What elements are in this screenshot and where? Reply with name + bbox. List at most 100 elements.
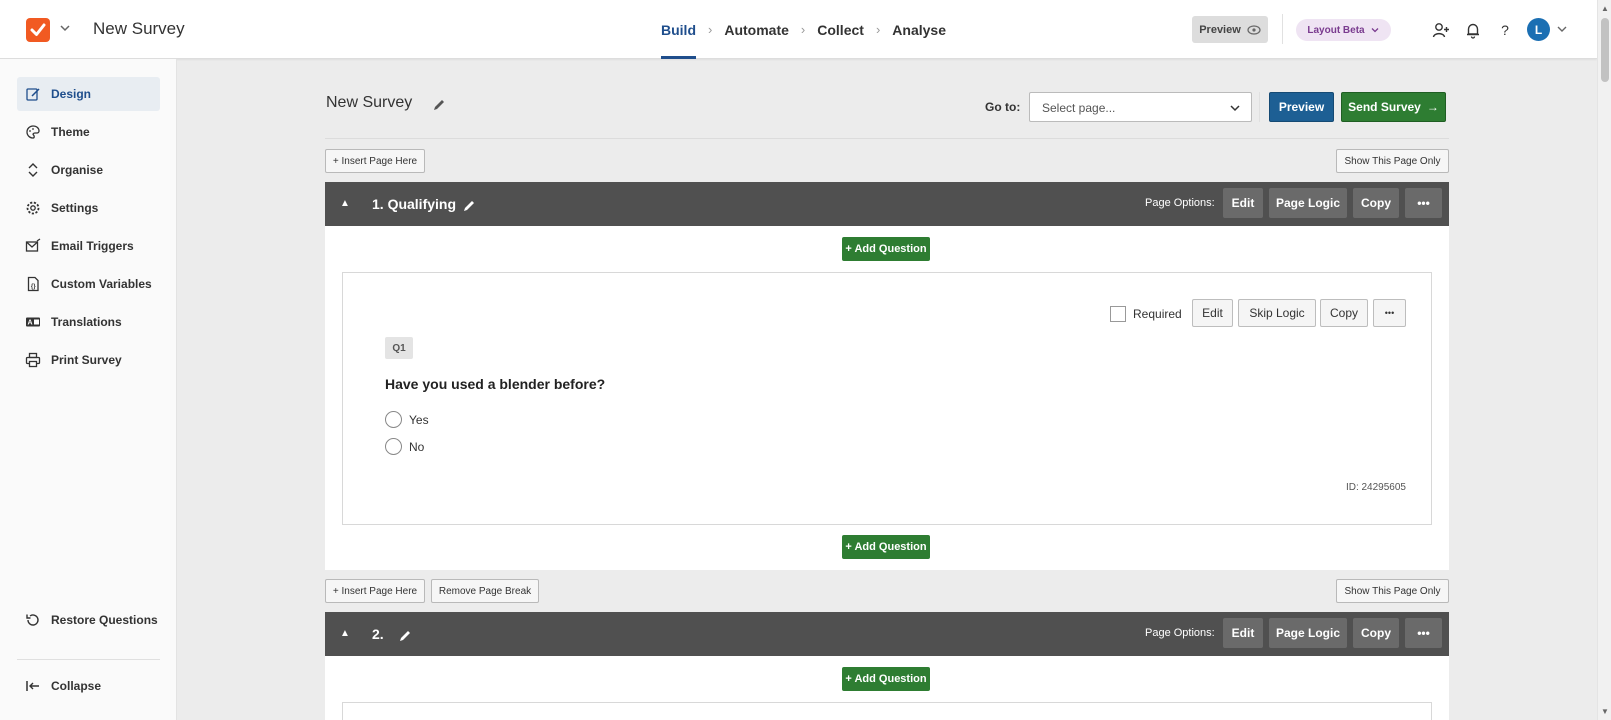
pencil-icon[interactable]	[398, 629, 412, 643]
chevron-down-icon[interactable]	[1556, 23, 1568, 35]
skip-logic-button[interactable]: Skip Logic	[1238, 299, 1316, 327]
scroll-down-icon[interactable]: ▼	[1601, 707, 1609, 716]
chevron-down-icon	[1230, 105, 1240, 112]
layout-beta-dropdown[interactable]: Layout Beta	[1296, 19, 1391, 41]
printer-icon	[25, 352, 41, 368]
chevron-right-icon: ›	[800, 22, 806, 37]
caret-up-icon[interactable]: ▲	[340, 198, 350, 209]
sidebar-item-label: Custom Variables	[51, 277, 152, 291]
eye-icon	[1247, 24, 1261, 35]
question-text[interactable]: Have you used a blender before?	[385, 376, 605, 392]
option-label: No	[409, 440, 425, 454]
sidebar-item-translations[interactable]: A Translations	[17, 305, 160, 339]
page-edit-button[interactable]: Edit	[1223, 618, 1263, 648]
send-survey-label: Send Survey	[1348, 100, 1421, 114]
caret-up-icon[interactable]: ▲	[340, 628, 350, 639]
sidebar-item-custom-variables[interactable]: {} Custom Variables	[17, 267, 160, 301]
sidebar-item-email-triggers[interactable]: Email Triggers	[17, 229, 160, 263]
chevron-right-icon: ›	[875, 22, 881, 37]
send-survey-button[interactable]: Send Survey →	[1341, 92, 1446, 122]
question-copy-button[interactable]: Copy	[1320, 299, 1368, 327]
required-checkbox[interactable]	[1110, 306, 1126, 322]
sidebar-item-label: Theme	[51, 125, 90, 139]
page-logic-button[interactable]: Page Logic	[1269, 188, 1347, 218]
translate-icon: A	[26, 317, 40, 327]
variable-file-icon: {}	[27, 276, 39, 292]
sidebar-item-restore-questions[interactable]: Restore Questions	[17, 603, 160, 637]
preview-button[interactable]: Preview	[1269, 92, 1334, 122]
page-logic-button[interactable]: Page Logic	[1269, 618, 1347, 648]
page-select[interactable]: Select page...	[1029, 92, 1252, 122]
svg-text:{}: {}	[31, 284, 36, 290]
show-page-only-button[interactable]: Show This Page Only	[1336, 579, 1449, 603]
radio-option[interactable]	[385, 438, 402, 455]
required-label: Required	[1133, 307, 1182, 321]
radio-option[interactable]	[385, 411, 402, 428]
svg-text:A: A	[27, 320, 32, 327]
pencil-icon[interactable]	[462, 199, 476, 213]
nav-collect[interactable]: Collect	[817, 0, 864, 59]
sidebar-item-theme[interactable]: Theme	[17, 115, 160, 149]
sidebar-item-design[interactable]: Design	[17, 77, 160, 111]
restore-icon	[26, 614, 39, 626]
divider	[325, 138, 1449, 139]
page-title: 1. Qualifying	[372, 196, 457, 212]
workflow-nav: Build › Automate › Collect › Analyse	[661, 0, 946, 59]
page-options-label: Page Options:	[1145, 197, 1215, 209]
sidebar-item-label: Collapse	[51, 679, 102, 693]
scroll-up-icon[interactable]: ▲	[1601, 4, 1609, 13]
sidebar-item-label: Settings	[51, 201, 99, 215]
sidebar-collapse[interactable]: Collapse	[17, 669, 160, 703]
nav-analyse[interactable]: Analyse	[892, 0, 946, 59]
svg-text:?: ?	[1501, 22, 1509, 38]
page-more-button[interactable]: •••	[1405, 188, 1442, 218]
page-copy-button[interactable]: Copy	[1353, 618, 1399, 648]
divider	[17, 659, 160, 660]
question-card	[342, 702, 1432, 720]
add-question-button[interactable]: + Add Question	[842, 237, 930, 261]
question-more-button[interactable]: •••	[1373, 299, 1406, 327]
email-icon	[25, 238, 41, 252]
page-title: 2.	[372, 626, 384, 642]
top-preview-button[interactable]: Preview	[1192, 16, 1268, 43]
divider	[1282, 14, 1283, 44]
help-icon[interactable]: ?	[1496, 21, 1514, 39]
bell-icon[interactable]	[1464, 21, 1482, 39]
sidebar-item-label: Design	[51, 87, 92, 101]
remove-page-break-button[interactable]: Remove Page Break	[431, 579, 539, 603]
add-question-button[interactable]: + Add Question	[842, 535, 930, 559]
avatar[interactable]: L	[1527, 18, 1550, 41]
page-more-button[interactable]: •••	[1405, 618, 1442, 648]
app-title: New Survey	[93, 19, 185, 38]
page-options-label: Page Options:	[1145, 627, 1215, 639]
scrollbar-thumb[interactable]	[1601, 18, 1609, 82]
page-edit-button[interactable]: Edit	[1223, 188, 1263, 218]
question-card: Required Edit Skip Logic Copy ••• Q1 Hav…	[342, 272, 1432, 525]
divider	[1259, 92, 1260, 122]
goto-label: Go to:	[985, 100, 1021, 114]
app-logo-icon[interactable]	[26, 18, 50, 42]
nav-build[interactable]: Build	[661, 0, 696, 59]
sort-icon	[28, 163, 38, 177]
sidebar-item-organise[interactable]: Organise	[17, 153, 160, 187]
show-page-only-button[interactable]: Show This Page Only	[1336, 149, 1449, 173]
page-copy-button[interactable]: Copy	[1353, 188, 1399, 218]
sidebar-item-label: Organise	[51, 163, 104, 177]
scrollbar[interactable]: ▲ ▼	[1597, 0, 1611, 720]
add-user-icon[interactable]	[1432, 21, 1450, 39]
sidebar-item-print-survey[interactable]: Print Survey	[17, 343, 160, 377]
insert-page-button[interactable]: + Insert Page Here	[325, 149, 425, 173]
question-edit-button[interactable]: Edit	[1192, 299, 1233, 327]
sidebar-item-settings[interactable]: Settings	[17, 191, 160, 225]
add-question-button[interactable]: + Add Question	[842, 667, 930, 691]
nav-automate[interactable]: Automate	[724, 0, 789, 59]
chevron-down-icon[interactable]	[58, 21, 72, 35]
pencil-icon[interactable]	[432, 98, 446, 112]
chevron-down-icon	[1371, 28, 1379, 33]
palette-icon	[26, 125, 40, 139]
insert-page-button[interactable]: + Insert Page Here	[325, 579, 425, 603]
top-preview-label: Preview	[1199, 23, 1241, 36]
option-label: Yes	[409, 413, 429, 427]
sidebar-item-label: Translations	[51, 315, 122, 329]
chevron-right-icon: ›	[708, 22, 713, 37]
